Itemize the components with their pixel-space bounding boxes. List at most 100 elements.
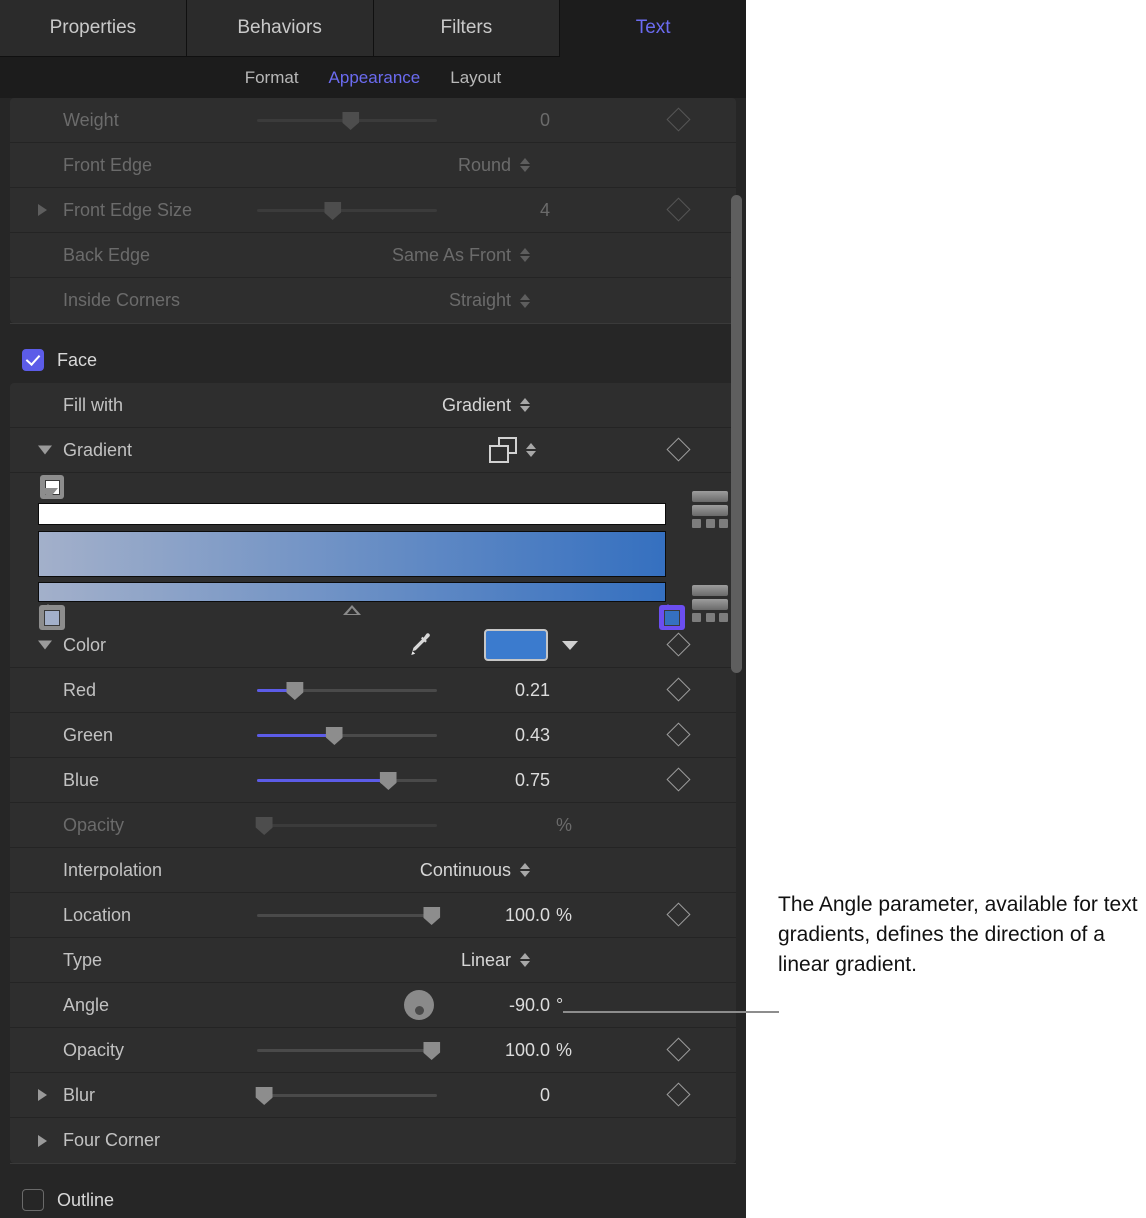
front-edge-size-slider[interactable] <box>257 200 437 220</box>
type-popup[interactable]: Linear <box>461 950 530 971</box>
fill-with-popup[interactable]: Gradient <box>442 395 530 416</box>
row-angle[interactable]: Angle -90.0 ° <box>10 983 736 1028</box>
row-blur[interactable]: Blur 0 <box>10 1073 736 1118</box>
chevron-down-icon[interactable] <box>562 640 578 650</box>
front-edge-size-value[interactable]: 4 <box>450 200 550 221</box>
color-keyframe-icon[interactable] <box>666 632 691 657</box>
stack-bars-icon[interactable] <box>692 585 732 610</box>
distribute-stops-icon[interactable] <box>692 519 732 528</box>
row-fill-with[interactable]: Fill with Gradient <box>10 383 736 428</box>
subtab-format[interactable]: Format <box>245 68 299 88</box>
row-face-opacity[interactable]: Opacity 100.0 % <box>10 1028 736 1073</box>
face-parameter-group: Fill with Gradient Gradient Color Red 0.… <box>10 383 736 1163</box>
blue-value[interactable]: 0.75 <box>450 770 550 791</box>
four-corner-disclosure-icon[interactable] <box>38 1134 47 1147</box>
front-edge-size-keyframe-icon[interactable] <box>666 197 691 222</box>
color-disclosure-icon[interactable] <box>38 640 52 650</box>
weight-slider[interactable] <box>257 110 437 130</box>
blur-disclosure-icon[interactable] <box>38 1089 47 1101</box>
face-opacity-keyframe-icon[interactable] <box>666 1037 691 1062</box>
tab-behaviors[interactable]: Behaviors <box>186 0 374 57</box>
gradient-opacity-tools[interactable] <box>692 491 732 528</box>
row-type[interactable]: Type Linear <box>10 938 736 983</box>
inside-corners-popup[interactable]: Straight <box>449 290 530 311</box>
red-keyframe-icon[interactable] <box>666 677 691 702</box>
gradient-color-stop-start[interactable] <box>39 587 65 630</box>
red-value[interactable]: 0.21 <box>450 680 550 701</box>
color-swatch-control[interactable] <box>484 629 578 661</box>
row-back-edge[interactable]: Back Edge Same As Front <box>10 233 736 278</box>
location-value[interactable]: 100.0 <box>450 905 550 926</box>
front-edge-size-slider-thumb[interactable] <box>324 202 342 220</box>
blue-slider-thumb[interactable] <box>379 772 397 790</box>
gradient-color-tools[interactable] <box>692 585 732 622</box>
green-slider-thumb[interactable] <box>325 727 343 745</box>
blue-keyframe-icon[interactable] <box>666 767 691 792</box>
blur-slider-thumb[interactable] <box>255 1087 273 1105</box>
gradient-disclosure-icon[interactable] <box>38 445 52 455</box>
green-slider[interactable] <box>257 725 437 745</box>
row-weight[interactable]: Weight 0 <box>10 98 736 143</box>
face-opacity-slider[interactable] <box>257 1040 441 1060</box>
row-front-edge-size[interactable]: Front Edge Size 4 <box>10 188 736 233</box>
color-swatch[interactable] <box>484 629 548 661</box>
row-four-corner[interactable]: Four Corner <box>10 1118 736 1163</box>
interpolation-popup[interactable]: Continuous <box>420 860 530 881</box>
location-keyframe-icon[interactable] <box>666 902 691 927</box>
gradient-opacity-label: Opacity <box>63 814 125 835</box>
gradient-midpoint-marker[interactable] <box>343 605 361 615</box>
eyedropper-icon[interactable] <box>405 630 435 660</box>
front-edge-size-disclosure-icon[interactable] <box>38 204 47 216</box>
outline-checkbox[interactable] <box>22 1189 44 1211</box>
tab-properties[interactable]: Properties <box>0 0 187 57</box>
subtab-layout[interactable]: Layout <box>450 68 501 88</box>
row-front-edge[interactable]: Front Edge Round <box>10 143 736 188</box>
weight-slider-thumb[interactable] <box>342 112 360 130</box>
tab-text[interactable]: Text <box>560 0 746 57</box>
row-gradient-opacity[interactable]: Opacity % <box>10 803 736 848</box>
row-inside-corners[interactable]: Inside Corners Straight <box>10 278 736 323</box>
angle-dial[interactable] <box>404 990 434 1020</box>
angle-value[interactable]: -90.0 <box>450 995 550 1016</box>
row-green[interactable]: Green 0.43 <box>10 713 736 758</box>
stack-bars-icon[interactable] <box>692 491 732 516</box>
face-checkbox[interactable] <box>22 349 44 371</box>
gradient-opacity-bar[interactable] <box>38 503 666 525</box>
row-interpolation[interactable]: Interpolation Continuous <box>10 848 736 893</box>
blur-slider[interactable] <box>255 1085 437 1105</box>
blue-slider[interactable] <box>257 770 437 790</box>
weight-value[interactable]: 0 <box>450 110 550 131</box>
front-edge-popup[interactable]: Round <box>458 155 530 176</box>
row-location[interactable]: Location 100.0 % <box>10 893 736 938</box>
row-color[interactable]: Color <box>10 623 736 668</box>
blur-value[interactable]: 0 <box>450 1085 550 1106</box>
back-edge-popup[interactable]: Same As Front <box>392 245 530 266</box>
location-slider-thumb[interactable] <box>423 907 441 925</box>
gradient-color-stop-end[interactable] <box>659 587 685 630</box>
face-opacity-value[interactable]: 100.0 <box>450 1040 550 1061</box>
face-checkbox-row[interactable]: Face <box>0 337 746 383</box>
face-opacity-slider-thumb[interactable] <box>423 1042 441 1060</box>
subtab-appearance[interactable]: Appearance <box>329 68 421 88</box>
row-blue[interactable]: Blue 0.75 <box>10 758 736 803</box>
outline-checkbox-row[interactable]: Outline <box>0 1177 746 1218</box>
tab-filters[interactable]: Filters <box>373 0 561 57</box>
row-gradient[interactable]: Gradient <box>10 428 736 473</box>
blur-keyframe-icon[interactable] <box>666 1082 691 1107</box>
red-slider[interactable] <box>257 680 437 700</box>
red-slider-thumb[interactable] <box>286 682 304 700</box>
green-value[interactable]: 0.43 <box>450 725 550 746</box>
vertical-scrollbar[interactable] <box>731 195 742 673</box>
green-keyframe-icon[interactable] <box>666 722 691 747</box>
gradient-preset-popup[interactable] <box>489 437 536 463</box>
gradient-color-bar[interactable] <box>38 582 666 602</box>
location-slider[interactable] <box>257 905 441 925</box>
weight-keyframe-icon[interactable] <box>666 107 691 132</box>
gradient-opacity-slider[interactable] <box>255 815 437 835</box>
row-red[interactable]: Red 0.21 <box>10 668 736 713</box>
gradient-keyframe-icon[interactable] <box>666 437 691 462</box>
gradient-editor[interactable] <box>20 473 728 630</box>
gradient-opacity-slider-thumb[interactable] <box>255 817 273 835</box>
distribute-stops-icon[interactable] <box>692 613 732 622</box>
gradient-preview-bar[interactable] <box>38 531 666 577</box>
